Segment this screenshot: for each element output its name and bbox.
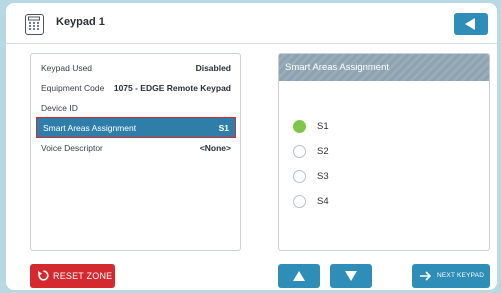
row-equipment-code[interactable]: Equipment Code 1075 - EDGE Remote Keypad (38, 78, 234, 98)
row-label: Keypad Used (41, 63, 93, 73)
smart-areas-assignment-panel: Smart Areas Assignment S1 S2 S3 S4 (278, 53, 490, 251)
row-label: Smart Areas Assignment (43, 123, 137, 133)
radio-unchecked[interactable] (293, 170, 306, 183)
row-value: <None> (199, 143, 231, 153)
row-label: Device ID (41, 103, 78, 113)
row-voice-descriptor[interactable]: Voice Descriptor <None> (38, 138, 234, 158)
option-label: S4 (317, 196, 329, 207)
option-label: S2 (317, 146, 329, 157)
move-down-button[interactable] (330, 264, 372, 288)
next-keypad-button[interactable]: NEXT KEYPAD (412, 264, 490, 288)
row-smart-areas-assignment[interactable]: Smart Areas Assignment S1 (36, 117, 236, 138)
row-value: S1 (218, 123, 229, 133)
arrow-up-icon (293, 271, 305, 281)
move-up-button[interactable] (278, 264, 320, 288)
option-label: S3 (317, 171, 329, 182)
option-s2[interactable]: S2 (293, 144, 413, 160)
reset-icon (38, 270, 49, 281)
assignment-title: Smart Areas Assignment (285, 62, 390, 73)
keypad-panel: Keypad 1 Keypad Used Disabled Equipment … (6, 3, 497, 290)
arrow-down-icon (345, 271, 357, 281)
page-title: Keypad 1 (56, 16, 105, 28)
reset-zone-label: RESET ZONE (53, 271, 113, 281)
reset-zone-button[interactable]: RESET ZONE (30, 264, 115, 288)
header-bar: Keypad 1 (6, 3, 497, 44)
option-s4[interactable]: S4 (293, 194, 413, 210)
radio-unchecked[interactable] (293, 145, 306, 158)
assignment-header: Smart Areas Assignment (279, 54, 489, 81)
row-label: Voice Descriptor (41, 143, 103, 153)
option-s1[interactable]: S1 (293, 119, 413, 135)
back-button[interactable] (454, 13, 488, 35)
keypad-info-list: Keypad Used Disabled Equipment Code 1075… (30, 53, 241, 251)
option-label: S1 (317, 121, 329, 132)
back-arrow-icon (465, 18, 475, 30)
row-label: Equipment Code (41, 83, 105, 93)
radio-unchecked[interactable] (293, 195, 306, 208)
row-device-id[interactable]: Device ID (38, 98, 234, 118)
keypad-icon (25, 14, 44, 35)
row-keypad-used[interactable]: Keypad Used Disabled (38, 58, 234, 78)
arrow-right-icon (420, 271, 432, 281)
row-value: Disabled (195, 63, 231, 73)
option-s3[interactable]: S3 (293, 169, 413, 185)
next-keypad-label: NEXT KEYPAD (437, 272, 485, 279)
row-value: 1075 - EDGE Remote Keypad (113, 83, 231, 93)
radio-checked[interactable] (293, 120, 306, 133)
